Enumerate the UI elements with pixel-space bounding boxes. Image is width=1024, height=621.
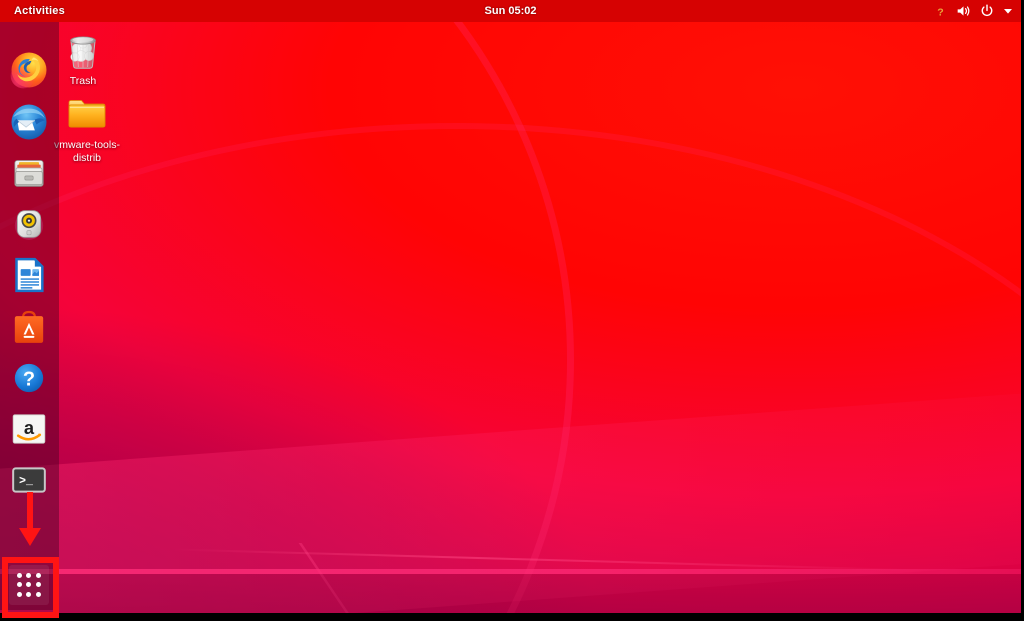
dock-item-ubuntu-software[interactable] (9, 307, 49, 347)
volume-icon[interactable] (956, 4, 971, 18)
desktop-wallpaper[interactable]: Trash vmware-tools-distrib (0, 3, 1021, 613)
dock-item-files[interactable] (9, 153, 49, 193)
rhythmbox-icon (14, 210, 44, 240)
firefox-icon (10, 52, 47, 89)
desktop-icon-label: vmware-tools-distrib (54, 139, 120, 164)
network-unknown-icon[interactable]: ? (934, 5, 947, 17)
top-bar: Activities Sun 05:02 ? (0, 0, 1021, 22)
folder-icon (68, 100, 106, 128)
help-icon: ? (14, 363, 44, 393)
screen-frame: Trash vmware-tools-distrib ? a >_ Activi… (0, 0, 1024, 621)
svg-text:a: a (24, 417, 35, 438)
desktop-icon-vmware-tools-distrib[interactable]: vmware-tools-distrib (49, 89, 125, 164)
dock-item-thunderbird[interactable] (9, 102, 49, 142)
thunderbird-icon (11, 104, 47, 140)
annotation-highlight-box (2, 557, 59, 618)
amazon-icon: a (12, 414, 46, 444)
files-icon (14, 160, 44, 187)
svg-text:>_: >_ (19, 474, 34, 488)
dock-item-libreoffice-writer[interactable] (9, 255, 49, 295)
libreoffice-writer-icon (15, 257, 44, 293)
ubuntu-software-icon (14, 310, 44, 343)
dock-item-firefox[interactable] (9, 50, 49, 90)
dock-item-amazon[interactable]: a (9, 409, 49, 449)
status-menu[interactable]: ? (934, 0, 1013, 22)
dock-item-help[interactable]: ? (9, 358, 49, 398)
annotation-down-arrow-icon (19, 492, 41, 546)
wallpaper-bottom-band (0, 574, 1021, 613)
svg-text:?: ? (23, 369, 35, 391)
activities-button[interactable]: Activities (8, 0, 71, 22)
dock-item-rhythmbox[interactable] (9, 204, 49, 244)
clock[interactable]: Sun 05:02 (0, 0, 1021, 22)
chevron-down-icon[interactable] (1003, 7, 1013, 15)
trash-icon (70, 36, 96, 69)
power-icon[interactable] (980, 4, 994, 18)
svg-text:?: ? (937, 6, 943, 17)
